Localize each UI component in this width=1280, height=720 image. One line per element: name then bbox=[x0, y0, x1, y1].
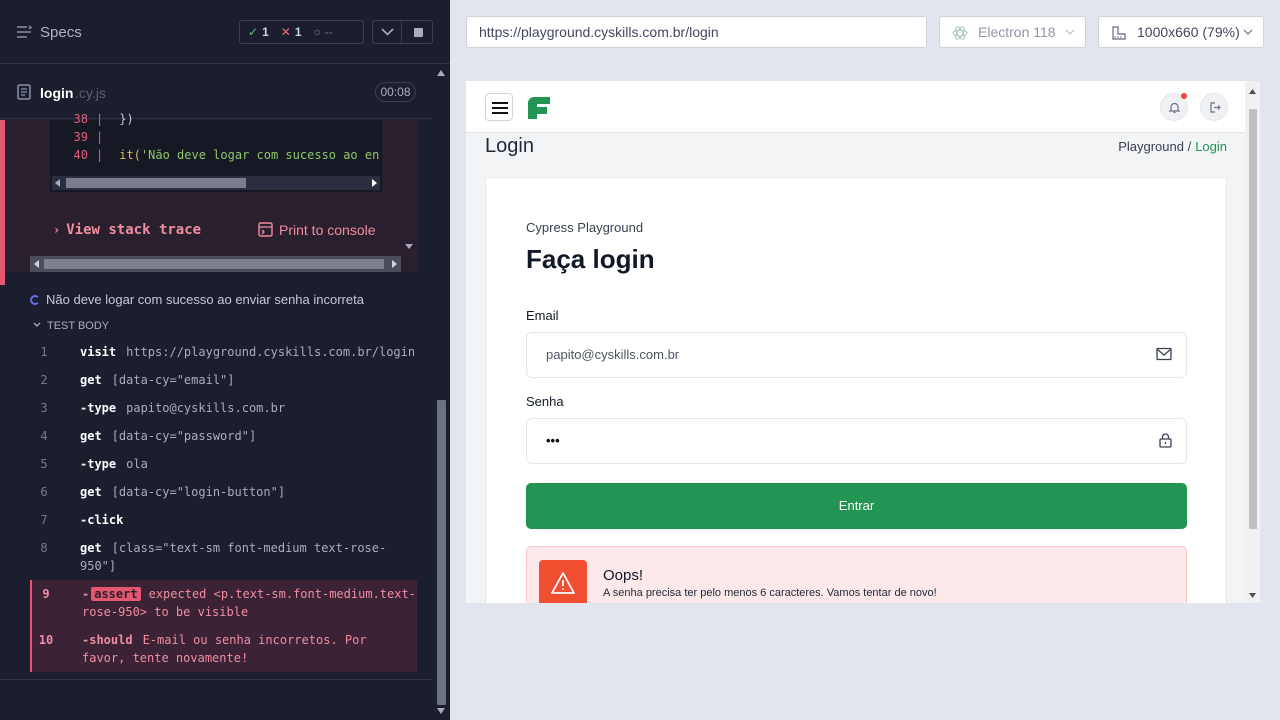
breadcrumb-root[interactable]: Playground / bbox=[1118, 139, 1191, 154]
spec-file-ext: .cy.js bbox=[75, 85, 106, 101]
chevron-down-icon bbox=[1243, 29, 1253, 35]
url-bar[interactable]: https://playground.cyskills.com.br/login bbox=[466, 16, 927, 48]
card-subtitle: Cypress Playground bbox=[526, 220, 644, 235]
password-label: Senha bbox=[526, 394, 564, 409]
divider bbox=[0, 679, 432, 680]
command-row[interactable]: 3 -type papito@cyskills.com.br bbox=[30, 394, 417, 422]
email-label: Email bbox=[526, 308, 559, 323]
command-row-failed[interactable]: 10 -should E-mail ou senha incorretos. Por… bbox=[30, 626, 417, 672]
spinner-icon bbox=[30, 295, 40, 305]
chevron-down-icon bbox=[381, 28, 394, 36]
scroll-thumb[interactable] bbox=[44, 259, 384, 269]
viewport-size: 1000x660 (79%) bbox=[1137, 24, 1240, 40]
menu-icon[interactable] bbox=[16, 25, 33, 44]
code-line: 39 | bbox=[73, 130, 104, 144]
command-row-failed[interactable]: 9- assert expected <p.text-sm.font-medium.… bbox=[30, 580, 417, 626]
command-row[interactable]: 4 get [data-cy="password"] bbox=[30, 422, 417, 450]
breadcrumb: Playground / Login bbox=[1118, 139, 1227, 154]
mail-icon bbox=[1156, 347, 1172, 361]
app-scroll-thumb[interactable] bbox=[1249, 109, 1257, 529]
stop-icon bbox=[414, 28, 423, 37]
stop-button[interactable] bbox=[401, 20, 433, 44]
reporter-panel: Specs ✓ 1 ✕ 1 ○ -- login .cy.js 00:08 38… bbox=[0, 0, 450, 720]
running-test-title[interactable]: Não deve logar com sucesso ao enviar sen… bbox=[30, 292, 364, 307]
lock-icon bbox=[1159, 433, 1172, 448]
login-card: Cypress Playground Faça login Email papi… bbox=[485, 177, 1227, 603]
page-heading: Login bbox=[485, 135, 534, 157]
login-button[interactable]: Entrar bbox=[526, 483, 1187, 529]
command-row[interactable]: 8 get [class="text-sm font-medium text-ros… bbox=[30, 534, 417, 580]
check-icon: ✓ bbox=[248, 25, 259, 39]
failed-count: 1 bbox=[294, 25, 302, 39]
error-indicator bbox=[0, 120, 5, 285]
duration-badge: 00:08 bbox=[375, 82, 416, 102]
document-icon bbox=[17, 84, 31, 105]
electron-icon bbox=[952, 26, 968, 40]
hamburger-icon bbox=[492, 102, 508, 104]
stats-summary: ✓ 1 ✕ 1 ○ -- bbox=[239, 20, 364, 44]
error-alert: Oops! A senha precisa ter pelo menos 6 c… bbox=[526, 546, 1187, 603]
code-line: 38 |}) bbox=[73, 112, 134, 126]
alert-title: Oops! bbox=[603, 567, 644, 584]
test-body-toggle[interactable]: TEST BODY bbox=[33, 320, 109, 332]
command-log: 1 visit https://playground.cyskills.com.br… bbox=[30, 338, 417, 672]
specs-header: Specs ✓ 1 ✕ 1 ○ -- bbox=[0, 0, 450, 64]
specs-title[interactable]: Specs bbox=[40, 24, 82, 41]
scroll-up-arrow[interactable] bbox=[437, 70, 445, 76]
options-dropdown[interactable] bbox=[372, 20, 402, 44]
logout-icon bbox=[1210, 102, 1221, 113]
scroll-thumb[interactable] bbox=[66, 178, 246, 188]
notification-dot bbox=[1181, 93, 1187, 99]
hamburger-button[interactable] bbox=[485, 93, 513, 121]
email-value: papito@cyskills.com.br bbox=[546, 347, 680, 362]
card-title: Faça login bbox=[526, 244, 655, 274]
logout-button[interactable] bbox=[1200, 93, 1228, 121]
spinner-icon: ○ bbox=[313, 25, 321, 39]
error-hscroll[interactable] bbox=[30, 256, 401, 272]
browser-selector[interactable]: Electron 118 bbox=[939, 16, 1086, 48]
app-under-test: Login Playground / Login Cypress Playgrou… bbox=[466, 81, 1260, 603]
chevron-down-icon bbox=[1065, 29, 1075, 35]
print-to-console-button[interactable]: Print to console bbox=[258, 222, 376, 238]
password-field[interactable]: ••• bbox=[526, 418, 1187, 464]
bell-icon bbox=[1168, 102, 1181, 114]
command-row[interactable]: 2 get [data-cy="email"] bbox=[30, 366, 417, 394]
email-field[interactable]: papito@cyskills.com.br bbox=[526, 332, 1187, 378]
print-icon bbox=[258, 222, 273, 237]
view-stack-trace-button[interactable]: › View stack trace bbox=[53, 222, 201, 238]
command-row[interactable]: 6 get [data-cy="login-button"] bbox=[30, 478, 417, 506]
code-line: 40 | it('Não deve logar com sucesso ao en bbox=[73, 148, 380, 162]
password-value: ••• bbox=[546, 433, 560, 448]
reporter-scroll-thumb[interactable] bbox=[437, 400, 446, 705]
app-scrollbar[interactable] bbox=[1245, 81, 1260, 603]
viewport-selector[interactable]: 1000x660 (79%) bbox=[1098, 16, 1264, 48]
ruler-icon bbox=[1112, 26, 1126, 40]
chevron-down-icon bbox=[33, 322, 41, 327]
app-header bbox=[466, 81, 1260, 133]
command-row[interactable]: 5 -type ola bbox=[30, 450, 417, 478]
chevron-right-icon: › bbox=[53, 223, 61, 237]
scroll-down-arrow[interactable] bbox=[437, 708, 445, 714]
spec-file-name[interactable]: login bbox=[40, 85, 73, 101]
alert-message: A senha precisa ter pelo menos 6 caracte… bbox=[603, 587, 937, 599]
command-row[interactable]: 7 -click bbox=[30, 506, 417, 534]
warning-icon bbox=[539, 560, 587, 603]
logo bbox=[528, 97, 550, 119]
assert-badge: assert bbox=[91, 587, 141, 601]
command-row[interactable]: 1 visit https://playground.cyskills.com.br… bbox=[30, 338, 417, 366]
code-hscroll[interactable] bbox=[52, 176, 380, 190]
pending-count: -- bbox=[324, 25, 333, 39]
x-icon: ✕ bbox=[280, 25, 291, 39]
breadcrumb-current: Login bbox=[1195, 139, 1227, 154]
passed-count: 1 bbox=[262, 25, 269, 39]
browser-name: Electron 118 bbox=[978, 24, 1056, 40]
